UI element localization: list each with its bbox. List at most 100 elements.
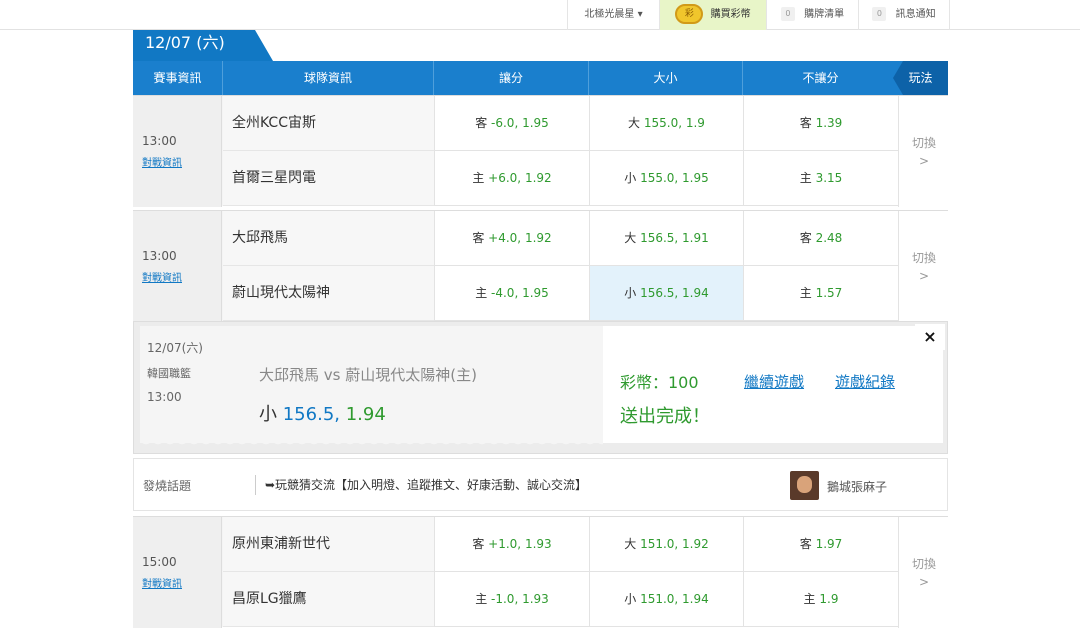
odds-value: 1.9: [819, 592, 839, 606]
buy-coin-button[interactable]: 彩 購買彩幣: [659, 0, 766, 30]
ticket-league: 韓國職籃: [147, 367, 191, 380]
match-row: 13:00 對戰資訊 全州KCC宙斯 首爾三星閃電 客 -6.0, 1.95 主…: [133, 95, 948, 207]
matchup-info-link[interactable]: 對戰資訊: [142, 269, 182, 284]
odds-value: -6.0, 1.95: [491, 116, 549, 130]
continue-game-link[interactable]: 繼續遊戲: [744, 371, 804, 392]
odds-tag: 小: [624, 171, 637, 185]
home-spread-odds[interactable]: 主 -1.0, 1.93: [434, 572, 589, 627]
odds-tag: 客: [799, 231, 812, 245]
bet-ticket: 12/07(六) 韓國職籃 13:00 大邱飛馬 vs 蔚山現代太陽神(主) 小…: [140, 326, 603, 449]
match-time: 15:00: [142, 555, 177, 569]
over-odds[interactable]: 大 156.5, 1.91: [589, 211, 743, 266]
switch-label: 切換: [911, 251, 936, 265]
away-moneyline-odds[interactable]: 客 1.39: [743, 96, 898, 151]
odds-value: 3.15: [815, 171, 843, 185]
bet-odds: 1.94: [345, 404, 386, 425]
odds-tag: 主: [472, 171, 485, 185]
odds-value: 1.39: [815, 116, 843, 130]
ticket-bet: 小 156.5, 1.94: [259, 400, 386, 426]
away-team: 原州東浦新世代: [223, 517, 434, 572]
odds-tag: 大: [628, 116, 641, 130]
odds-tag: 小: [624, 286, 637, 300]
switch-button[interactable]: 切換 >: [898, 517, 948, 628]
close-icon[interactable]: ×: [915, 324, 945, 350]
hot-topic-label: 發燒話題: [143, 479, 192, 493]
over-odds[interactable]: 大 151.0, 1.92: [589, 517, 743, 572]
odds-tag: 客: [799, 116, 812, 130]
header-team: 球隊資訊: [223, 61, 434, 95]
switch-button[interactable]: 切換 >: [898, 211, 948, 322]
date-tab[interactable]: 12/07 (六): [133, 30, 273, 61]
match-time: 13:00: [142, 249, 177, 263]
odds-value: -1.0, 1.93: [491, 592, 549, 606]
switch-button[interactable]: 切換 >: [898, 96, 948, 207]
user-menu[interactable]: 北極光晨星 ▾: [567, 0, 659, 30]
odds-value: +4.0, 1.92: [488, 231, 552, 245]
match-row: 13:00 對戰資訊 大邱飛馬 蔚山現代太陽神 客 +4.0, 1.92 主 -…: [133, 210, 948, 322]
cart-label: 購牌清單: [804, 9, 845, 20]
odds-value: +6.0, 1.92: [488, 171, 552, 185]
home-moneyline-odds[interactable]: 主 1.9: [743, 572, 898, 627]
notifications-button[interactable]: 0 訊息通知: [858, 0, 950, 30]
divider: [255, 475, 256, 495]
odds-tag: 客: [475, 116, 488, 130]
odds-tag: 主: [799, 171, 812, 185]
chevron-right-icon: >: [918, 269, 930, 283]
match-time-cell: 13:00 對戰資訊: [133, 96, 222, 207]
game-record-link[interactable]: 遊戲紀錄: [835, 371, 895, 392]
odds-tag: 主: [803, 592, 816, 606]
under-odds-selected[interactable]: 小 156.5, 1.94: [589, 266, 743, 321]
odds-value: 156.5, 1.91: [640, 231, 709, 245]
user-name: 北極光晨星 ▾: [584, 9, 643, 20]
header-event: 賽事資訊: [133, 61, 223, 95]
matchup-info-link[interactable]: 對戰資訊: [142, 575, 182, 590]
away-spread-odds[interactable]: 客 +1.0, 1.93: [434, 517, 589, 572]
avatar-face: [797, 476, 812, 493]
over-odds[interactable]: 大 155.0, 1.9: [589, 96, 743, 151]
matchup-info-link[interactable]: 對戰資訊: [142, 154, 182, 169]
odds-tag: 主: [475, 592, 488, 606]
odds-tag: 主: [475, 286, 488, 300]
under-odds[interactable]: 小 151.0, 1.94: [589, 572, 743, 627]
chevron-right-icon: >: [918, 575, 930, 589]
odds-value: 151.0, 1.92: [640, 537, 709, 551]
away-team: 全州KCC宙斯: [223, 96, 434, 151]
header-moneyline: 不讓分: [802, 71, 839, 85]
bet-confirmation-panel: 12/07(六) 韓國職籃 13:00 大邱飛馬 vs 蔚山現代太陽神(主) 小…: [133, 321, 948, 454]
top-bar: 北極光晨星 ▾ 彩 購買彩幣 0 購牌清單 0 訊息通知: [0, 0, 1080, 30]
odds-tag: 大: [624, 231, 637, 245]
odds-tag: 客: [472, 537, 485, 551]
home-spread-odds[interactable]: 主 -4.0, 1.95: [434, 266, 589, 321]
hot-topic-bar: 發燒話題 ➥玩競猜交流【加入明燈、追蹤推文、好康活動、誠心交流】 鵝城張麻子: [133, 458, 948, 511]
submit-complete-text: 送出完成！: [620, 406, 710, 427]
ticket-matchup: 大邱飛馬 vs 蔚山現代太陽神(主): [259, 366, 477, 384]
away-moneyline-odds[interactable]: 客 1.97: [743, 517, 898, 572]
home-spread-odds[interactable]: 主 +6.0, 1.92: [434, 151, 589, 206]
odds-value: -4.0, 1.95: [491, 286, 549, 300]
chevron-right-icon: >: [918, 154, 930, 168]
away-spread-odds[interactable]: 客 -6.0, 1.95: [434, 96, 589, 151]
cart-button[interactable]: 0 購牌清單: [766, 0, 858, 30]
switch-label: 切換: [911, 557, 936, 571]
match-time-cell: 15:00 對戰資訊: [133, 517, 222, 628]
odds-tag: 主: [799, 286, 812, 300]
home-moneyline-odds[interactable]: 主 1.57: [743, 266, 898, 321]
away-moneyline-odds[interactable]: 客 2.48: [743, 211, 898, 266]
hot-topic-link[interactable]: ➥玩競猜交流【加入明燈、追蹤推文、好康活動、誠心交流】: [265, 476, 587, 493]
header-spread: 讓分: [434, 61, 589, 95]
bet-result: 彩幣：100 送出完成！ 繼續遊戲 遊戲紀錄: [603, 326, 943, 443]
msg-count-badge: 0: [872, 7, 887, 21]
cart-count-badge: 0: [780, 7, 795, 21]
play-type-button[interactable]: 玩法: [893, 61, 948, 95]
away-spread-odds[interactable]: 客 +4.0, 1.92: [434, 211, 589, 266]
home-moneyline-odds[interactable]: 主 3.15: [743, 151, 898, 206]
coin-amount: 彩幣：100: [620, 373, 699, 392]
avatar[interactable]: [790, 471, 819, 500]
odds-value: 155.0, 1.95: [640, 171, 709, 185]
bet-tag: 小: [259, 404, 277, 425]
under-odds[interactable]: 小 155.0, 1.95: [589, 151, 743, 206]
topic-username[interactable]: 鵝城張麻子: [827, 478, 887, 495]
home-team: 蔚山現代太陽神: [223, 266, 434, 321]
ticket-time: 13:00: [147, 390, 182, 404]
switch-label: 切換: [911, 136, 936, 150]
